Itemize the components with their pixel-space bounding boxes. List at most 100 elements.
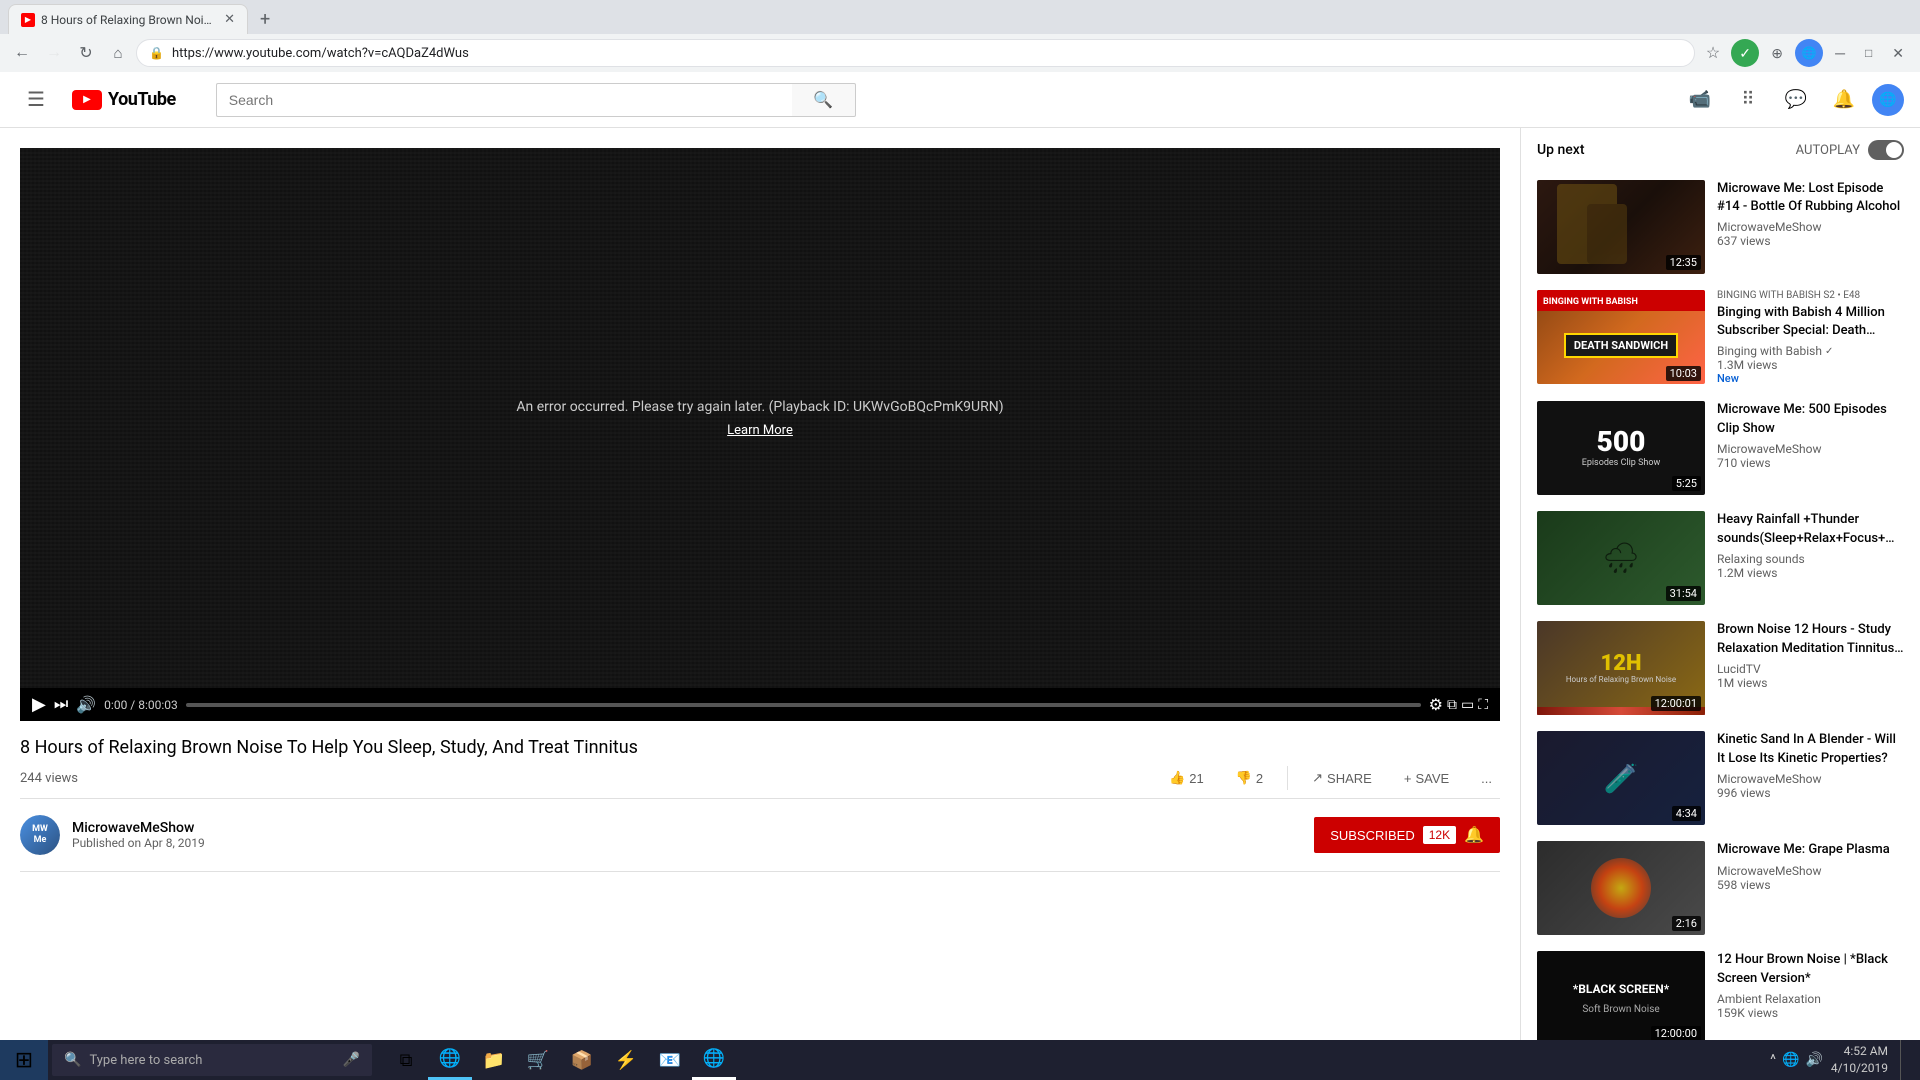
duration-badge: 4:34: [1672, 806, 1701, 821]
forward-button[interactable]: →: [40, 39, 68, 67]
search-button[interactable]: 🔍: [792, 83, 856, 117]
item-views: 1M views: [1717, 676, 1904, 690]
duration-badge: 12:00:01: [1651, 696, 1701, 711]
thumbnail-container: 2:16: [1537, 841, 1705, 935]
like-count: 21: [1189, 771, 1203, 786]
channel-name[interactable]: MicrowaveMeShow: [72, 820, 205, 836]
sidebar-item[interactable]: 🌧 31:54 Heavy Rainfall +Thunder sounds(S…: [1521, 503, 1920, 613]
start-button[interactable]: ⊞: [0, 1040, 48, 1080]
sub-count: 12K: [1423, 826, 1456, 844]
item-views: 637 views: [1717, 234, 1904, 248]
video-area: An error occurred. Please try again late…: [0, 128, 1520, 1080]
apps-button[interactable]: ⠿: [1728, 80, 1768, 120]
taskbar-app-mail[interactable]: 📧: [648, 1040, 692, 1080]
video-error-overlay: An error occurred. Please try again late…: [516, 399, 1003, 438]
thumb-500-text: 500: [1597, 428, 1646, 456]
like-button[interactable]: 👍 21: [1161, 766, 1212, 790]
taskbar-app-edge[interactable]: 🌐: [428, 1040, 472, 1080]
sidebar-item[interactable]: 12H Hours of Relaxing Brown Noise 12:00:…: [1521, 613, 1920, 723]
address-input-box[interactable]: 🔒 https://www.youtube.com/watch?v=cAQDaZ…: [136, 39, 1695, 67]
video-player-screen: An error occurred. Please try again late…: [20, 148, 1500, 688]
item-views: 159K views: [1717, 1006, 1904, 1020]
taskbar-app-mystery[interactable]: ⚡: [604, 1040, 648, 1080]
user-avatar-btn[interactable]: 🌐: [1795, 39, 1823, 67]
home-button[interactable]: ⌂: [104, 39, 132, 67]
subscribe-button[interactable]: SUBSCRIBED 12K 🔔: [1314, 817, 1500, 853]
sidebar-item[interactable]: 🧪 4:34 Kinetic Sand In A Blender - Will …: [1521, 723, 1920, 833]
taskbar-app-dropbox[interactable]: 📦: [560, 1040, 604, 1080]
sidebar-item[interactable]: 500 Episodes Clip Show 5:25 Microwave Me…: [1521, 393, 1920, 503]
autoplay-toggle[interactable]: [1868, 140, 1904, 160]
back-button[interactable]: ←: [8, 39, 36, 67]
youtube-logo[interactable]: YouTube: [72, 89, 176, 110]
tab-bar: ▶ 8 Hours of Relaxing Brown Nois... ✕ +: [0, 0, 1920, 34]
bookmark-button[interactable]: ☆: [1699, 39, 1727, 67]
tab-close-icon[interactable]: ✕: [220, 10, 239, 29]
subscribed-label: SUBSCRIBED: [1330, 828, 1415, 843]
item-views: 598 views: [1717, 878, 1904, 892]
save-button[interactable]: + SAVE: [1396, 767, 1457, 790]
close-window-button[interactable]: ✕: [1884, 45, 1912, 62]
share-button[interactable]: ↗ SHARE: [1304, 766, 1380, 790]
item-details: Microwave Me: Grape Plasma MicrowaveMeSh…: [1713, 841, 1904, 935]
header-actions: 📹 ⠿ 💬 🔔 🌐: [1680, 80, 1904, 120]
tray-chevron-icon[interactable]: ^: [1770, 1052, 1776, 1068]
windows-icon: ⊞: [15, 1047, 33, 1073]
taskbar-search[interactable]: 🔍 Type here to search 🎤: [52, 1044, 372, 1076]
tab-favicon: ▶: [21, 13, 35, 27]
play-button[interactable]: ▶: [32, 694, 46, 715]
hamburger-button[interactable]: ☰: [16, 80, 56, 120]
settings-button[interactable]: ⚙: [1429, 695, 1443, 715]
video-camera-button[interactable]: 📹: [1680, 80, 1720, 120]
maximize-button[interactable]: □: [1857, 46, 1880, 60]
item-details: Heavy Rainfall +Thunder sounds(Sleep+Rel…: [1713, 511, 1904, 605]
taskbar-app-explorer[interactable]: 📁: [472, 1040, 516, 1080]
taskbar-app-store[interactable]: 🛒: [516, 1040, 560, 1080]
dislike-count: 2: [1256, 771, 1263, 786]
fullscreen-button[interactable]: ⛶: [1478, 696, 1488, 713]
taskbar-apps: ⧉ 🌐 📁 🛒 📦 ⚡ 📧 🌐: [384, 1040, 736, 1080]
minimize-button[interactable]: ─: [1827, 45, 1853, 61]
taskbar-app-task-view[interactable]: ⧉: [384, 1040, 428, 1080]
thumbnail-container: 12:35: [1537, 180, 1705, 274]
share-icon: ↗: [1312, 770, 1323, 786]
taskbar-mic-icon[interactable]: 🎤: [343, 1052, 360, 1068]
show-desktop-btn[interactable]: [1900, 1040, 1908, 1080]
extension-icon[interactable]: ⊕: [1763, 39, 1791, 67]
miniplayer-button[interactable]: ⧉: [1447, 696, 1457, 713]
volume-icon[interactable]: 🔊: [1805, 1052, 1822, 1068]
sidebar-item[interactable]: *BLACK SCREEN* Soft Brown Noise 12:00:00…: [1521, 943, 1920, 1053]
bell-icon[interactable]: 🔔: [1464, 825, 1484, 845]
clock-date: 4/10/2019: [1831, 1060, 1888, 1077]
youtube-header: ☰ YouTube 🔍 📹 ⠿ 💬 🔔 🌐: [0, 72, 1920, 128]
active-tab[interactable]: ▶ 8 Hours of Relaxing Brown Nois... ✕: [8, 4, 248, 34]
url-text[interactable]: https://www.youtube.com/watch?v=cAQDaZ4d…: [172, 46, 1682, 61]
reload-button[interactable]: ↻: [72, 39, 100, 67]
notifications-button[interactable]: 🔔: [1824, 80, 1864, 120]
network-icon[interactable]: 🌐: [1782, 1052, 1799, 1068]
theater-button[interactable]: ▭: [1461, 696, 1474, 713]
user-avatar[interactable]: 🌐: [1872, 84, 1904, 116]
channel-avatar[interactable]: MWMe: [20, 815, 60, 855]
new-tab-button[interactable]: +: [248, 4, 282, 34]
more-options-button[interactable]: ...: [1473, 767, 1500, 790]
dislike-button[interactable]: 👎 2: [1228, 766, 1271, 790]
search-input[interactable]: [216, 83, 792, 117]
item-views: 1.2M views: [1717, 566, 1904, 580]
next-button[interactable]: ⏭: [54, 696, 68, 714]
progress-bar[interactable]: [186, 703, 1421, 707]
item-views: 710 views: [1717, 456, 1904, 470]
sidebar-item[interactable]: 12:35 Microwave Me: Lost Episode #14 - B…: [1521, 172, 1920, 282]
tray-time[interactable]: 4:52 AM 4/10/2019: [1831, 1043, 1888, 1077]
item-channel: MicrowaveMeShow: [1717, 864, 1904, 878]
sidebar-item[interactable]: BINGING WITH BABISH DEATH SANDWICH 10:03…: [1521, 282, 1920, 393]
taskbar-app-chrome[interactable]: 🌐: [692, 1040, 736, 1080]
sidebar-item[interactable]: 2:16 Microwave Me: Grape Plasma Microwav…: [1521, 833, 1920, 943]
profile-icon-1[interactable]: ✓: [1731, 39, 1759, 67]
learn-more-link[interactable]: Learn More: [727, 423, 793, 438]
tab-title: 8 Hours of Relaxing Brown Nois...: [41, 13, 214, 27]
messages-button[interactable]: 💬: [1776, 80, 1816, 120]
channel-published: Published on Apr 8, 2019: [72, 836, 205, 850]
channel-name-text: Binging with Babish: [1717, 344, 1822, 358]
volume-button[interactable]: 🔊: [76, 695, 96, 715]
